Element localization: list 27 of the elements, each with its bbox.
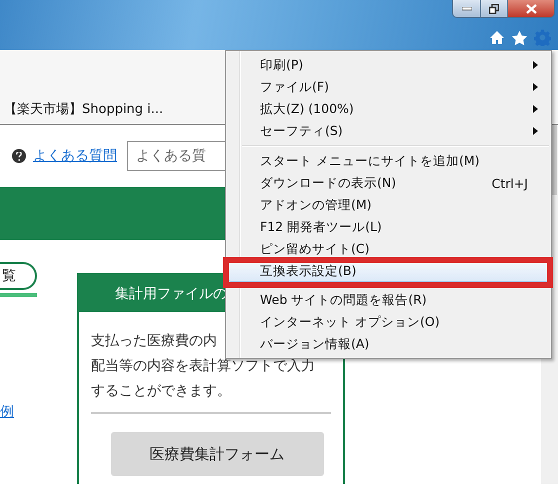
restore-button[interactable]: [480, 0, 507, 17]
tab[interactable]: 覧: [0, 262, 37, 290]
menu-item[interactable]: ピン留めサイト(C): [228, 238, 549, 260]
help-icon: [12, 149, 26, 163]
minimize-button[interactable]: [453, 0, 480, 17]
faq-link[interactable]: よくある質問: [12, 147, 117, 165]
menu-item[interactable]: セーフティ(S): [228, 120, 549, 142]
card-text-line: することができます。: [91, 382, 231, 401]
menu-item[interactable]: バージョン情報(A): [228, 333, 549, 355]
home-icon[interactable]: [489, 30, 505, 45]
star-icon[interactable]: [511, 30, 528, 46]
menu-item[interactable]: インターネット オプション(O): [228, 311, 549, 333]
close-icon: [526, 4, 536, 14]
menu-item[interactable]: 印刷(P): [228, 54, 549, 76]
menu-item[interactable]: ダウンロードの表示(N) Ctrl+J: [228, 172, 549, 194]
menu-item[interactable]: ファイル(F): [228, 76, 549, 98]
menu-item[interactable]: 拡大(Z) (100%): [228, 98, 549, 120]
favorite-link[interactable]: 【楽天市場】Shopping i...: [4, 100, 164, 118]
restore-icon: [489, 4, 499, 14]
close-button[interactable]: [507, 0, 554, 17]
card-text-line: 支払った医療費の内: [91, 332, 217, 351]
form-button[interactable]: 医療費集計フォーム: [110, 432, 324, 476]
text-link[interactable]: 例: [0, 403, 20, 421]
menu-item[interactable]: アドオンの管理(M): [228, 194, 549, 216]
minimize-icon: [462, 6, 472, 10]
menu-item[interactable]: F12 開発者ツール(L): [228, 216, 549, 238]
card-text-line: 配当等の内容を表計算ソフトで入力: [91, 357, 315, 376]
